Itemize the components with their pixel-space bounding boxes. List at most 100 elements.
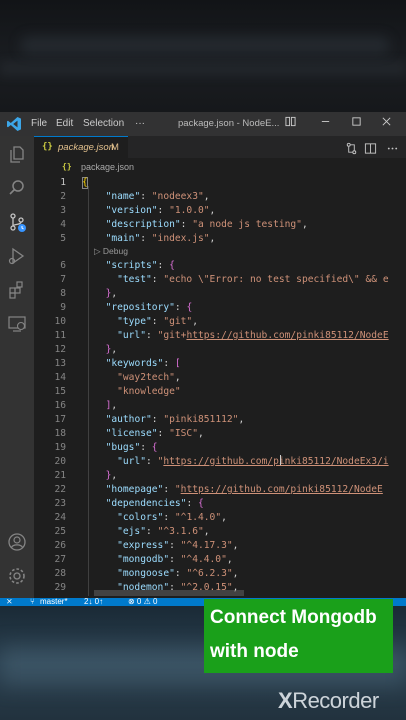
open-changes-icon[interactable] [345,140,359,155]
line-number: 6 [60,260,66,271]
source-control-icon[interactable] [7,212,27,232]
code-line: "license": "ISC", [105,428,204,439]
line-number: 13 [54,358,66,369]
menu-more[interactable]: ··· [135,118,145,129]
line-number: 5 [60,233,66,244]
line-number: 15 [54,386,66,397]
line-number: 2 [60,191,66,202]
line-number: 29 [54,582,66,593]
code-line: "keywords": [ [105,358,181,369]
explorer-icon[interactable] [7,144,27,164]
debug-codelens[interactable]: ▷ Debug [94,246,128,257]
line-number: 8 [60,288,66,299]
caption-line-2: with node [210,641,299,662]
code-line: "scripts": { [105,260,175,271]
minimize-icon[interactable] [316,115,334,133]
blurred-background-top [0,0,406,112]
line-number: 12 [54,344,66,355]
code-line: "type": "git", [117,316,198,327]
line-number: 25 [54,526,66,537]
menu-edit[interactable]: Edit [56,118,73,129]
remote-explorer-icon[interactable] [7,314,27,334]
text-cursor-pointer [280,455,283,465]
code-line: "version": "1.0.0", [105,205,216,216]
code-line: "express": "^4.17.3", [117,540,239,551]
code-line: ], [105,400,118,411]
line-number: 17 [54,414,66,425]
remote-indicator[interactable]: ⨯ [6,597,13,606]
menu-selection[interactable]: Selection [83,118,124,129]
code-line: }, [105,344,118,355]
line-number: 20 [54,456,66,467]
branch-icon: ⑂ [30,597,35,606]
xrecorder-watermark: XRecorder [278,688,379,713]
code-line: "description": "a node js testing", [105,219,308,230]
line-number: 1 [60,177,66,188]
layout-icon[interactable] [281,115,299,133]
vscode-logo-icon [6,116,22,132]
code-line: "name": "nodeex3", [105,191,210,202]
video-caption: Connect Mongodb with node [204,599,393,673]
problems-status[interactable]: ⊗ 0 ⚠ 0 [128,597,157,606]
code-line: "knowledge" [117,386,181,397]
code-line: "test": "echo \"Error: no test specified… [117,274,389,285]
code-line: "ejs": "^3.1.6", [117,526,210,537]
close-icon[interactable] [377,115,395,133]
window-title: package.json - NodeE... [178,118,280,129]
editor-tab-bar: {} package.json M [34,136,406,158]
json-file-icon: {} [42,142,53,152]
code-line: "author": "pinki851112", [105,414,245,425]
branch-status[interactable]: master* [40,597,68,606]
json-file-icon: {} [62,162,72,171]
line-number: 9 [60,302,66,313]
menu-file[interactable]: File [31,118,47,129]
line-number: 26 [54,540,66,551]
code-line: "mongodb": "^4.4.0", [117,554,233,565]
code-line: "way2tech", [117,372,181,383]
run-debug-icon[interactable] [7,246,27,266]
modified-indicator: M [111,142,119,153]
sync-status[interactable]: 2↓ 0↑ [84,597,103,606]
line-number: 24 [54,512,66,523]
line-number: 21 [54,470,66,481]
breadcrumb: {} package.json [34,158,406,176]
line-number: 10 [54,316,66,327]
split-editor-icon[interactable] [364,140,378,154]
horizontal-scrollbar[interactable] [94,590,244,596]
tab-package-json[interactable]: {} package.json M [34,136,128,158]
line-number: 27 [54,554,66,565]
gear-icon[interactable] [7,566,27,586]
line-number: 23 [54,498,66,509]
breadcrumb-file[interactable]: package.json [81,162,134,172]
activity-bar [0,136,34,598]
accounts-icon[interactable] [7,532,27,552]
code-line: { [82,177,88,188]
indent-guide [88,186,89,596]
code-line: "colors": "^1.4.0", [117,512,227,523]
line-number: 7 [60,274,66,285]
line-number: 3 [60,205,66,216]
code-line: "url": "git+https://github.com/pinki8511… [117,330,389,341]
search-icon[interactable] [7,178,27,198]
code-line: "main": "index.js", [105,233,216,244]
line-number: 28 [54,568,66,579]
code-line: "repository": { [105,302,193,313]
title-bar: File Edit Selection ··· package.json - N… [0,112,406,136]
line-number: 14 [54,372,66,383]
code-line: "dependencies": { [105,498,204,509]
maximize-icon[interactable] [347,115,365,133]
more-actions-icon[interactable] [386,140,400,154]
caption-line-1: Connect Mongodb [210,607,377,628]
code-line: "homepage": "https://github.com/pinki851… [105,484,383,495]
code-line: }, [105,470,118,481]
code-line: "mongoose": "^6.2.3", [117,568,239,579]
extensions-icon[interactable] [7,280,27,300]
line-number: 16 [54,400,66,411]
line-number: 19 [54,442,66,453]
line-number: 18 [54,428,66,439]
code-editor[interactable]: 1 2 3 4 5 6 7 8 9 10 11 12 13 14 15 16 1… [34,176,406,598]
code-line: }, [105,288,118,299]
line-number: 11 [54,330,66,341]
vscode-window: File Edit Selection ··· package.json - N… [0,112,406,606]
code-line: "bugs": { [105,442,158,453]
